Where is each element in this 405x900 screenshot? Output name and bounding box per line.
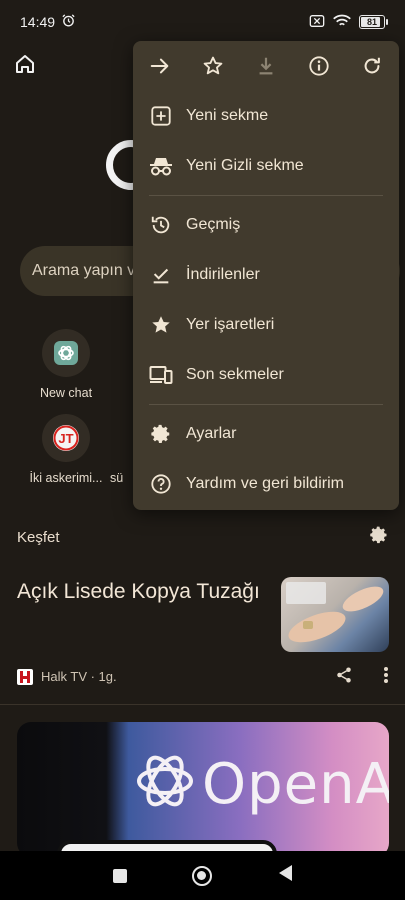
new-tab-icon xyxy=(149,104,173,128)
openai-logo-icon xyxy=(137,755,193,807)
forward-arrow-icon xyxy=(150,58,169,74)
article-thumbnail[interactable] xyxy=(281,577,389,652)
shortcut-partial[interactable]: sü xyxy=(110,414,135,485)
menu-item-help[interactable]: Yardım ve geri bildirim xyxy=(133,459,399,509)
star-outline-icon xyxy=(203,56,223,75)
devices-icon xyxy=(149,363,173,387)
menu-item-settings[interactable]: Ayarlar xyxy=(133,409,399,459)
jt-logo-text: JT xyxy=(58,431,73,446)
menu-divider xyxy=(149,195,383,196)
help-icon xyxy=(149,472,173,496)
menu-item-label: Geçmiş xyxy=(186,216,241,233)
menu-item-label: Son sekmeler xyxy=(186,366,284,383)
history-icon xyxy=(149,213,173,237)
recents-button[interactable] xyxy=(112,868,127,883)
reload-button[interactable] xyxy=(359,53,385,79)
gear-icon xyxy=(149,422,173,446)
wifi-icon xyxy=(333,14,351,31)
page-info-button[interactable] xyxy=(306,53,332,79)
menu-item-label: Yeni Gizli sekme xyxy=(186,157,304,174)
menu-item-downloads[interactable]: İndirilenler xyxy=(133,250,399,300)
star-icon xyxy=(149,313,173,337)
home-nav-button[interactable] xyxy=(191,865,212,886)
menu-item-recent-tabs[interactable]: Son sekmeler xyxy=(133,350,399,400)
system-nav-bar xyxy=(0,851,405,900)
feed-divider xyxy=(0,704,405,705)
download-icon xyxy=(259,57,273,75)
battery-icon: 81 xyxy=(359,15,388,29)
image-text: OpenA xyxy=(202,752,389,817)
alarm-icon xyxy=(61,13,76,31)
forward-button[interactable] xyxy=(147,53,173,79)
battery-level: 81 xyxy=(366,17,377,27)
menu-item-label: Yer işaretleri xyxy=(186,316,275,333)
jt-logo-icon: JT xyxy=(53,425,79,451)
article-source-row: Halk TV · 1g. xyxy=(17,666,389,687)
reload-icon xyxy=(364,57,380,74)
share-icon[interactable] xyxy=(335,666,353,687)
shortcut-label: sü xyxy=(110,471,124,485)
no-sim-icon xyxy=(309,14,325,31)
menu-item-label: Yeni sekme xyxy=(186,107,269,124)
menu-item-bookmarks[interactable]: Yer işaretleri xyxy=(133,300,399,350)
discover-header: Keşfet xyxy=(17,525,389,550)
shortcut-news[interactable]: JT İki askerimi... xyxy=(21,414,111,485)
back-button[interactable] xyxy=(277,864,293,887)
article-source: Halk TV · 1g. xyxy=(41,669,117,684)
back-icon xyxy=(278,865,292,881)
halk-tv-logo xyxy=(17,668,33,685)
more-vert-icon[interactable] xyxy=(383,666,389,687)
info-icon xyxy=(309,56,329,76)
menu-item-incognito[interactable]: Yeni Gizli sekme xyxy=(133,141,399,191)
menu-item-label: İndirilenler xyxy=(186,266,260,283)
menu-item-history[interactable]: Geçmiş xyxy=(133,200,399,250)
search-placeholder: Arama yapın v xyxy=(32,262,136,279)
overflow-menu: Yeni sekme Yeni Gizli sekme Geçmiş İndir… xyxy=(133,41,399,510)
discover-title: Keşfet xyxy=(17,529,60,546)
download-button[interactable] xyxy=(253,53,279,79)
home-icon xyxy=(16,55,34,73)
shortcut-label: İki askerimi... xyxy=(29,471,103,485)
menu-item-label: Ayarlar xyxy=(186,425,237,442)
home-button[interactable] xyxy=(13,52,37,76)
downloads-icon xyxy=(149,263,173,287)
menu-item-new-tab[interactable]: Yeni sekme xyxy=(133,91,399,141)
incognito-icon xyxy=(149,154,173,178)
menu-item-label: Yardım ve geri bildirim xyxy=(186,475,344,492)
menu-toolbar xyxy=(133,41,399,91)
bookmark-button[interactable] xyxy=(200,53,226,79)
shortcut-new-chat[interactable]: New chat xyxy=(21,329,111,400)
shortcut-label: New chat xyxy=(39,386,93,400)
status-time: 14:49 xyxy=(20,14,56,30)
gear-icon[interactable] xyxy=(369,525,389,550)
chatgpt-icon xyxy=(54,341,78,365)
status-bar: 14:49 81 xyxy=(0,0,405,44)
menu-divider xyxy=(149,404,383,405)
article-title[interactable]: Açık Lisede Kopya Tuzağı xyxy=(17,578,267,606)
article-image[interactable]: OpenA xyxy=(17,722,389,857)
